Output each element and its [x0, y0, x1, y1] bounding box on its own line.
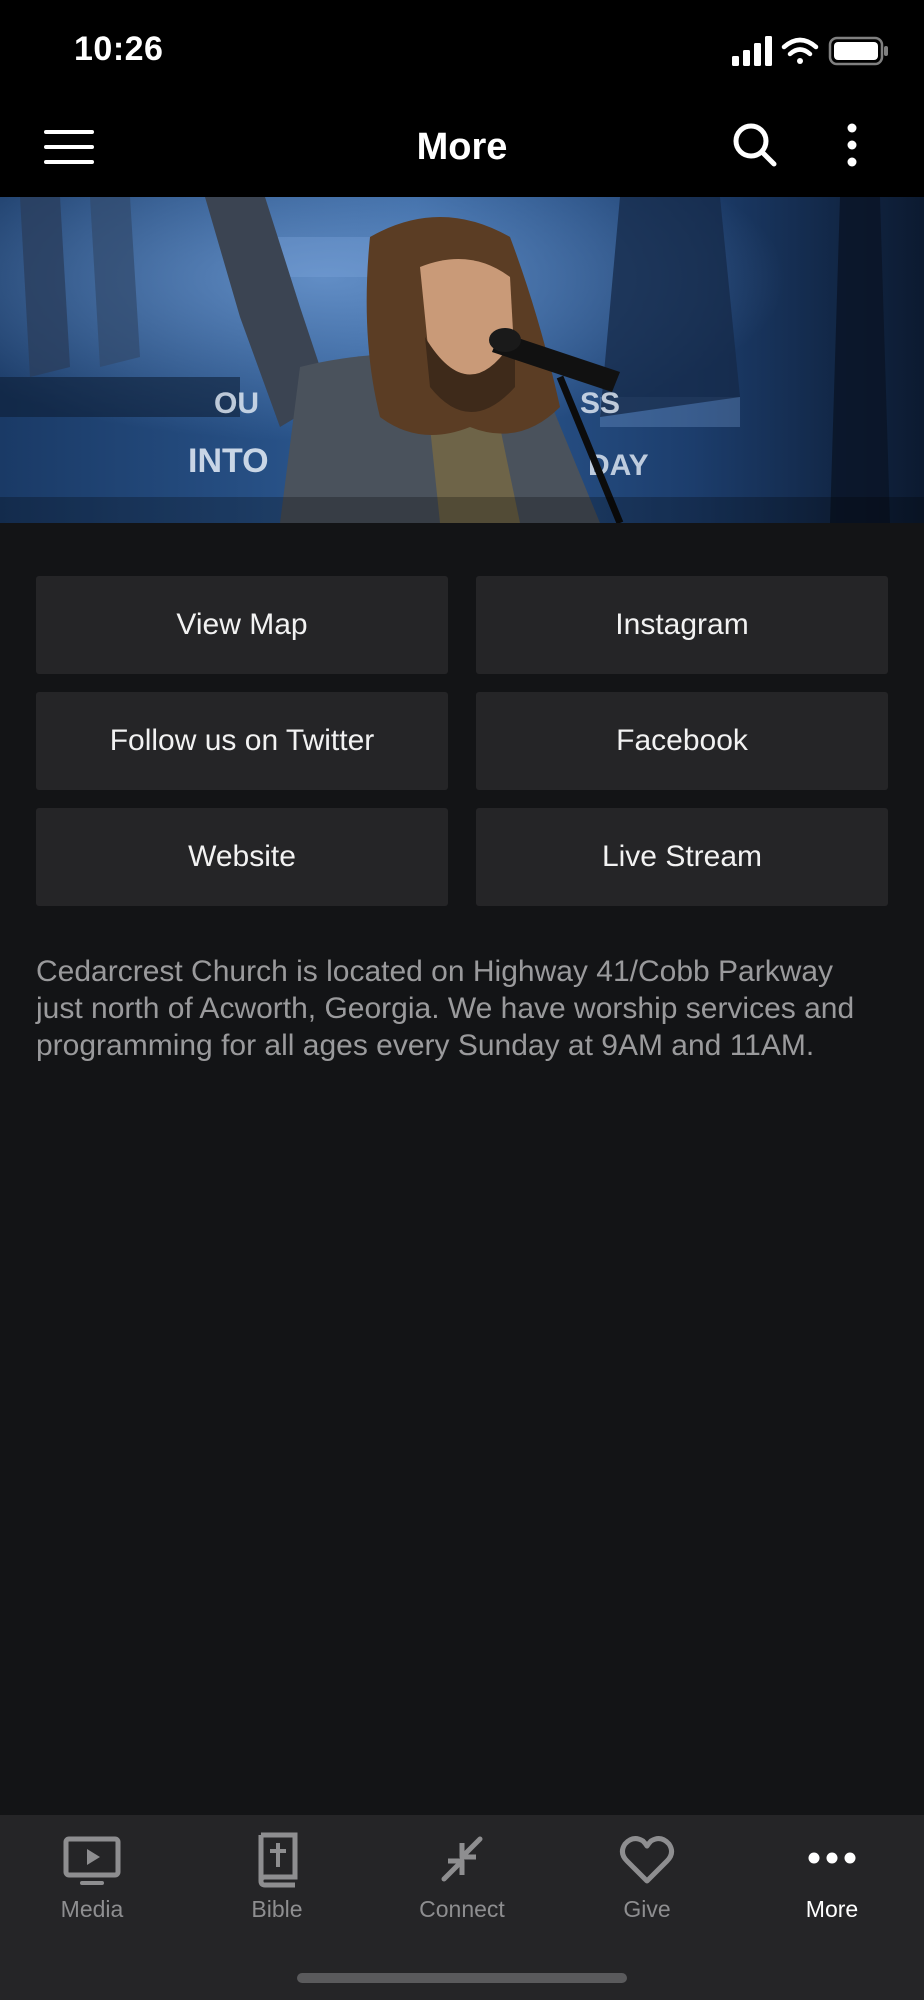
overflow-menu-button[interactable] — [840, 122, 864, 175]
facebook-button[interactable]: Facebook — [476, 692, 888, 790]
search-button[interactable] — [732, 122, 778, 173]
wifi-icon — [781, 37, 819, 64]
hero-image: INTO OU SS DAY — [0, 197, 924, 523]
tab-connect-label: Connect — [419, 1896, 505, 1922]
bible-icon — [258, 1832, 298, 1888]
tab-bible[interactable]: Bible — [185, 1815, 369, 1955]
tab-give[interactable]: Give — [555, 1815, 739, 1955]
church-description: Cedarcrest Church is located on Highway … — [36, 955, 855, 1062]
home-indicator[interactable] — [297, 1973, 627, 1983]
heart-icon — [619, 1836, 675, 1884]
website-button[interactable]: Website — [36, 808, 448, 906]
banner-text-into: INTO — [188, 442, 269, 480]
tab-media-label: Media — [60, 1896, 124, 1922]
view-map-button[interactable]: View Map — [36, 576, 448, 674]
tab-media[interactable]: Media — [0, 1815, 184, 1955]
cellular-signal-icon — [732, 36, 772, 66]
tab-bible-label: Bible — [251, 1896, 303, 1922]
more-vertical-icon — [847, 123, 857, 167]
instagram-button[interactable]: Instagram — [476, 576, 888, 674]
search-icon — [733, 123, 777, 167]
banner-text-ss: SS — [580, 387, 620, 420]
status-bar: 10:26 — [0, 0, 924, 100]
connect-arrows-icon — [441, 1836, 483, 1882]
battery-icon — [828, 36, 888, 66]
tab-more-label: More — [805, 1896, 859, 1922]
app-header: More — [0, 100, 924, 197]
banner-text-ou: OU — [214, 387, 259, 420]
tv-play-icon — [63, 1836, 121, 1885]
twitter-button[interactable]: Follow us on Twitter — [36, 692, 448, 790]
tab-connect[interactable]: Connect — [370, 1815, 554, 1955]
tab-give-label: Give — [623, 1896, 671, 1922]
more-dots-icon — [808, 1852, 856, 1864]
page-title: More — [416, 126, 508, 168]
live-stream-button[interactable]: Live Stream — [476, 808, 888, 906]
tab-more[interactable]: More — [740, 1815, 924, 1955]
status-time: 10:26 — [74, 30, 164, 68]
status-icons — [732, 34, 890, 70]
